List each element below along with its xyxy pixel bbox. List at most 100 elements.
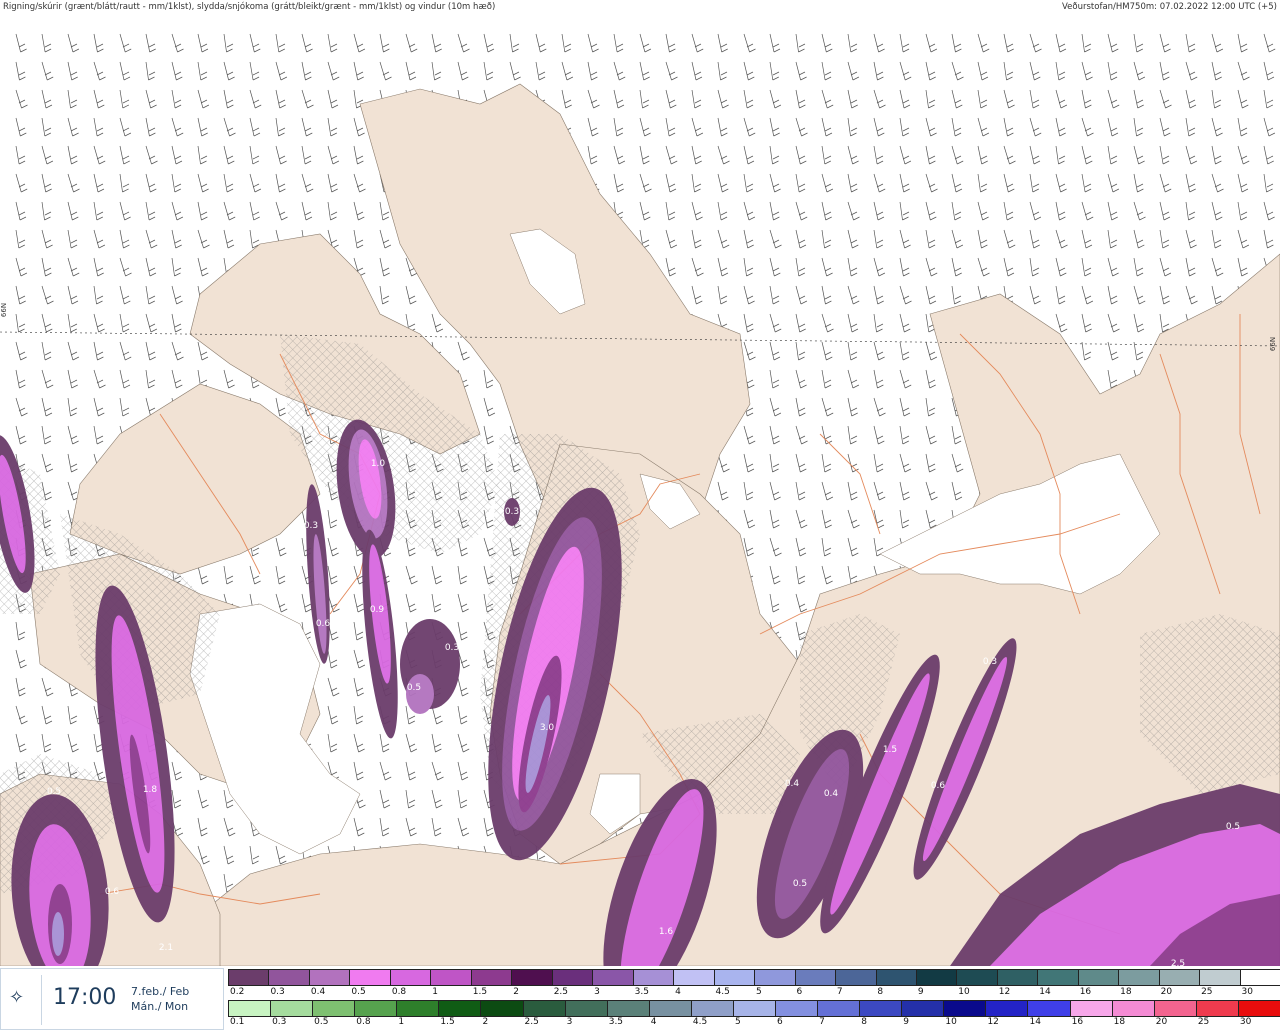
legend-label: 16 [1079,987,1092,997]
legend-swatch [1239,969,1280,986]
legend-swatch [985,1000,1029,1017]
legend-swatch [1027,1000,1071,1017]
legend-swatch [1237,1000,1280,1017]
precip-value-label: 1.8 [143,785,158,795]
legend-swatch [1111,1000,1155,1017]
legend-label: 14 [1029,1017,1041,1027]
legend-label: 4.5 [692,1017,708,1027]
legend-swatch [592,969,634,986]
legend-label: 1.5 [472,987,488,997]
legend-swatch [732,1000,777,1017]
legend-label: 1 [432,987,439,997]
legend-label: 0.8 [391,987,407,997]
legend-label: 0.5 [314,1017,329,1027]
legend-swatch [1153,1000,1197,1017]
legend-label: 4 [650,1017,657,1027]
legend-swatch [438,1000,482,1017]
legend-swatch [228,969,270,986]
precip-value-label: 0.9 [370,605,385,615]
map-title: Rigning/skúrir (grænt/blátt/rautt - mm/1… [3,2,496,12]
precip-value-label: 0.6 [105,887,120,897]
legend-swatch [268,969,310,986]
legend-label: 8 [877,987,884,997]
lat-label-right: 66N [1269,336,1278,352]
legend-label: 3.5 [608,1017,624,1027]
legend-label: 0.8 [356,1017,371,1027]
legend-swatch [564,1000,608,1017]
legend-swatch [551,969,594,986]
legend-swatch [859,1000,903,1017]
weather-icon: ✧ [9,987,25,1008]
legend-swatch [673,969,715,986]
legend-swatch [817,1000,861,1017]
legend-swatch [354,1000,398,1017]
legend-swatch [1077,969,1120,986]
legend-swatch [690,1000,734,1017]
legend-label: 25 [1197,1017,1210,1027]
legend-swatch [389,969,432,986]
legend-swatch [775,1000,819,1017]
legend-swatch [522,1000,566,1017]
precip-value-label: 1.5 [883,745,897,755]
legend-label: 7 [819,1017,825,1027]
color-legend: 0.2 0.3 0.4 0.5 0.8 1 1.5 2 2.5 3 3.5 4 4.5 5 6 7 8 9 10 12… [228,968,1280,1030]
legend-label: 20 [1160,987,1173,997]
precip-value-label: 0.6 [931,781,946,791]
legend-label: 6 [796,987,803,997]
precip-value-label: 0.5 [793,879,807,889]
legend-label: 9 [903,1017,909,1027]
legend-label: 14 [1039,987,1051,997]
legend-label: 12 [987,1017,999,1027]
legend-label: 1.5 [440,1017,455,1027]
legend-label: 16 [1071,1017,1084,1027]
legend-label: 6 [777,1017,783,1027]
legend-swatch [1195,1000,1239,1017]
legend-label: 3 [566,1017,573,1027]
legend-label: 1 [398,1017,405,1027]
legend-label: 5 [734,1017,741,1027]
legend-label: 25 [1201,987,1213,997]
legend-label: 8 [861,1017,867,1027]
legend-swatch [875,969,917,986]
legend-label: 7 [836,987,843,997]
divider [41,975,42,1025]
legend-label: 30 [1241,987,1253,997]
legend-swatch [754,969,796,986]
precip-value-label: 0.3 [505,507,519,517]
legend-swatch [713,969,756,986]
legend-swatch [915,969,958,986]
legend-swatch [228,1000,272,1017]
forecast-map[interactable]: 1.0 0.3 0.6 0.9 0.3 0.5 0.3 3.0 0.5 1.8 0.6 2.1 1.6 0… [0,14,1280,1009]
legend-swatch [270,1000,314,1017]
legend-swatch [606,1000,650,1017]
legend-label: 2.5 [553,987,569,997]
time-panel[interactable]: ✧ 17:00 7.feb./ Feb Mán./ Mon [0,968,224,1030]
legend-label: 10 [958,987,970,997]
legend-swatch [648,1000,692,1017]
legend-label: 10 [945,1017,957,1027]
legend-label: 3 [594,987,600,997]
forecast-weekday: Mán./ Mon [131,1000,189,1013]
legend-swatch [480,1000,524,1017]
legend-snow-swatches [228,969,1280,986]
legend-swatch [349,969,391,986]
precip-value-label: 0.3 [445,643,459,653]
legend-label: 9 [917,987,924,997]
legend-label: 0.5 [351,987,366,997]
precip-value-label: 3.0 [540,723,555,733]
legend-label: 18 [1120,987,1132,997]
legend-swatch [1158,969,1201,986]
legend-swatch [1118,969,1160,986]
legend-label: 3.5 [634,987,649,997]
legend-label: 0.3 [270,987,285,997]
legend-swatch [430,969,472,986]
legend-swatch [308,969,351,986]
legend-label: 0.3 [272,1017,287,1027]
legend-swatch [996,969,1039,986]
legend-swatch [632,969,675,986]
header: Rigning/skúrir (grænt/blátt/rautt - mm/1… [0,0,1280,14]
legend-swatch [511,969,553,986]
legend-label: 5 [756,987,762,997]
legend-swatch [470,969,513,986]
legend-swatch [1069,1000,1113,1017]
